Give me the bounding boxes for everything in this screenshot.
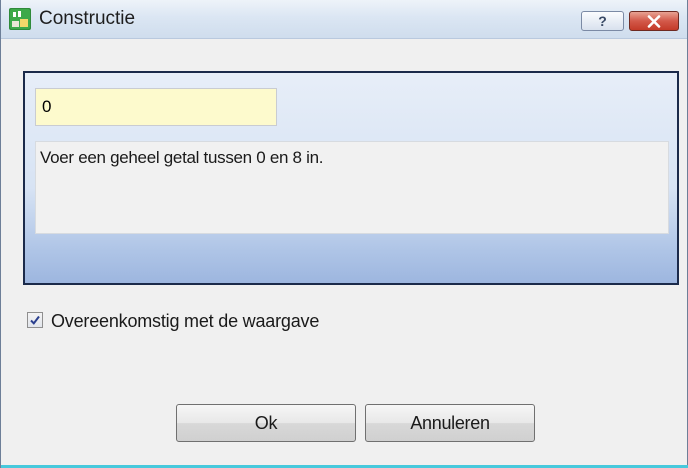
message-text: Voer een geheel getal tussen 0 en 8 in. xyxy=(40,148,324,167)
value-input[interactable] xyxy=(35,88,277,126)
app-icon xyxy=(9,8,31,30)
checkbox-label: Overeenkomstig met de waargave xyxy=(51,311,320,331)
window-title: Constructie xyxy=(39,8,136,29)
help-button[interactable]: ? xyxy=(581,11,624,31)
cancel-button[interactable]: Annuleren xyxy=(365,404,535,442)
message-box: Voer een geheel getal tussen 0 en 8 in. xyxy=(35,141,669,234)
display-checkbox[interactable] xyxy=(27,312,43,328)
close-button[interactable] xyxy=(629,11,679,31)
help-icon: ? xyxy=(598,13,607,29)
title-bar[interactable]: Constructie ? xyxy=(1,0,687,39)
input-panel: Voer een geheel getal tussen 0 en 8 in. xyxy=(23,71,679,285)
dialog-window: Constructie ? Voer een geheel getal tuss… xyxy=(0,0,688,468)
check-icon xyxy=(30,315,40,325)
close-icon xyxy=(647,15,661,28)
ok-button[interactable]: Ok xyxy=(176,404,356,442)
